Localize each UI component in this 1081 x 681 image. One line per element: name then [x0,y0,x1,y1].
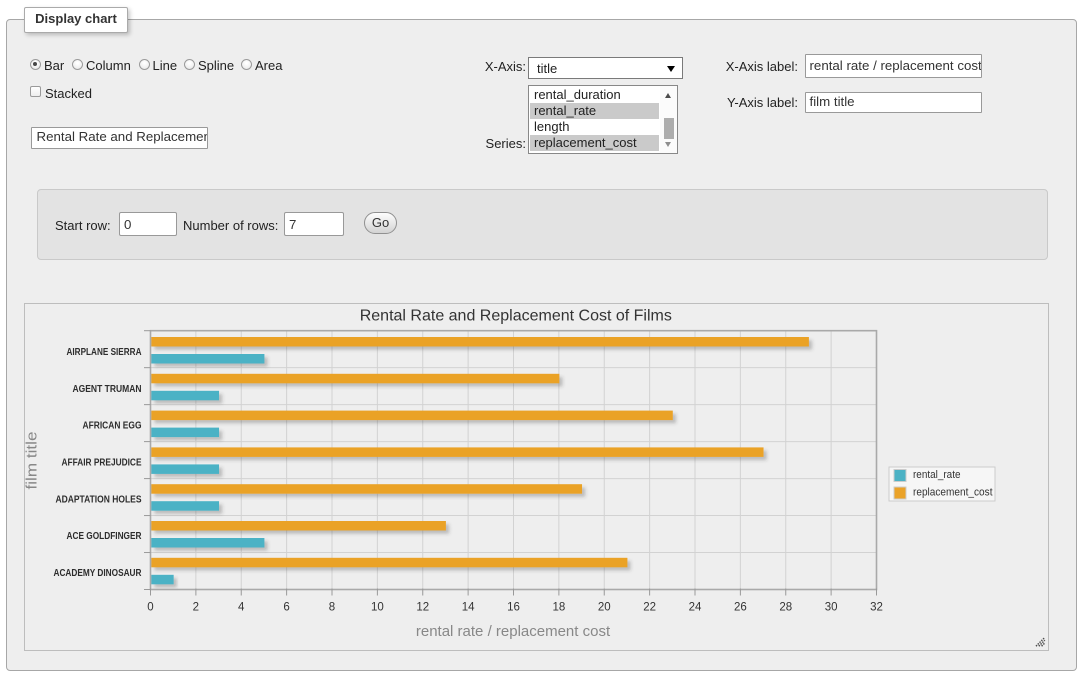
svg-text:replacement_cost: replacement_cost [913,487,993,499]
svg-text:28: 28 [779,602,792,614]
svg-text:rental_rate: rental_rate [913,469,961,481]
svg-text:16: 16 [507,602,520,614]
svg-text:film title: film title [24,432,41,490]
svg-text:30: 30 [825,602,838,614]
svg-text:24: 24 [689,602,702,614]
svg-text:0: 0 [147,602,153,614]
svg-text:20: 20 [598,602,611,614]
svg-text:ACE GOLDFINGER: ACE GOLDFINGER [67,531,143,542]
svg-text:10: 10 [371,602,384,614]
svg-text:ADAPTATION HOLES: ADAPTATION HOLES [56,494,142,505]
svg-text:12: 12 [416,602,429,614]
svg-text:4: 4 [238,602,245,614]
svg-text:ACADEMY DINOSAUR: ACADEMY DINOSAUR [54,568,143,579]
svg-text:AFRICAN EGG: AFRICAN EGG [83,421,142,432]
svg-text:2: 2 [193,602,199,614]
svg-text:14: 14 [462,602,475,614]
svg-text:32: 32 [870,602,883,614]
svg-text:Rental Rate and Replacement Co: Rental Rate and Replacement Cost of Film… [360,307,672,324]
svg-text:8: 8 [329,602,335,614]
svg-text:AGENT TRUMAN: AGENT TRUMAN [73,384,142,395]
svg-text:22: 22 [643,602,656,614]
svg-text:6: 6 [283,602,289,614]
svg-text:26: 26 [734,602,747,614]
svg-text:18: 18 [552,602,565,614]
svg-text:rental rate / replacement cost: rental rate / replacement cost [416,623,611,640]
svg-text:AFFAIR PREJUDICE: AFFAIR PREJUDICE [62,458,142,469]
svg-text:AIRPLANE SIERRA: AIRPLANE SIERRA [67,347,142,358]
